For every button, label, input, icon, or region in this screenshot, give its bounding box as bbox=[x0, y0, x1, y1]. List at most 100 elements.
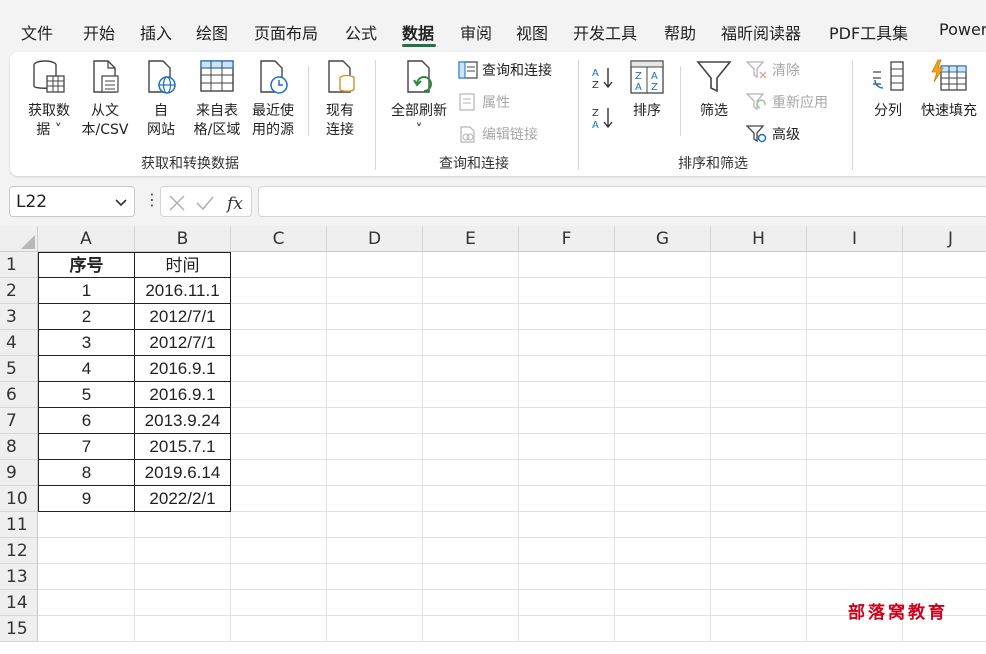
cell-j11[interactable] bbox=[903, 512, 986, 538]
cell-g1[interactable] bbox=[615, 252, 711, 278]
cell-f11[interactable] bbox=[519, 512, 615, 538]
cell-f10[interactable] bbox=[519, 486, 615, 512]
cell-j10[interactable] bbox=[903, 486, 986, 512]
cell-a10[interactable]: 9 bbox=[38, 486, 135, 512]
cell-e12[interactable] bbox=[423, 538, 519, 564]
sort-az-button[interactable]: A Z bbox=[590, 64, 616, 98]
column-header-g[interactable]: G bbox=[615, 226, 711, 252]
cell-c14[interactable] bbox=[231, 590, 327, 616]
cell-e14[interactable] bbox=[423, 590, 519, 616]
reapply-button[interactable]: 重新应用 bbox=[746, 92, 828, 112]
column-header-d[interactable]: D bbox=[327, 226, 423, 252]
cell-a4[interactable]: 3 bbox=[38, 330, 135, 356]
queries-connections-button[interactable]: 查询和连接 bbox=[458, 60, 552, 80]
row-header-8[interactable]: 8 bbox=[0, 434, 38, 460]
select-all-corner[interactable] bbox=[0, 226, 38, 252]
cell-i5[interactable] bbox=[807, 356, 903, 382]
cell-i9[interactable] bbox=[807, 460, 903, 486]
column-header-j[interactable]: J bbox=[903, 226, 986, 252]
cell-e4[interactable] bbox=[423, 330, 519, 356]
cell-b14[interactable] bbox=[135, 590, 231, 616]
cell-e3[interactable] bbox=[423, 304, 519, 330]
sort-button[interactable]: Z A A Z 排序 bbox=[626, 58, 668, 121]
column-header-f[interactable]: F bbox=[519, 226, 615, 252]
cell-h5[interactable] bbox=[711, 356, 807, 382]
cell-h14[interactable] bbox=[711, 590, 807, 616]
cell-d8[interactable] bbox=[327, 434, 423, 460]
cell-a12[interactable] bbox=[38, 538, 135, 564]
cell-j13[interactable] bbox=[903, 564, 986, 590]
cell-j12[interactable] bbox=[903, 538, 986, 564]
cell-g4[interactable] bbox=[615, 330, 711, 356]
cell-f3[interactable] bbox=[519, 304, 615, 330]
cell-h7[interactable] bbox=[711, 408, 807, 434]
menu-draw[interactable]: 绘图 bbox=[196, 20, 228, 44]
cell-a15[interactable] bbox=[38, 616, 135, 642]
chevron-down-icon[interactable] bbox=[114, 193, 128, 211]
column-header-b[interactable]: B bbox=[135, 226, 231, 252]
row-header-5[interactable]: 5 bbox=[0, 356, 38, 382]
enter-check-icon[interactable] bbox=[195, 193, 215, 213]
cell-b8[interactable]: 2015.7.1 bbox=[135, 434, 231, 460]
cell-f6[interactable] bbox=[519, 382, 615, 408]
cell-j7[interactable] bbox=[903, 408, 986, 434]
cell-h1[interactable] bbox=[711, 252, 807, 278]
cell-c1[interactable] bbox=[231, 252, 327, 278]
cell-e10[interactable] bbox=[423, 486, 519, 512]
column-header-e[interactable]: E bbox=[423, 226, 519, 252]
cell-g11[interactable] bbox=[615, 512, 711, 538]
cell-b11[interactable] bbox=[135, 512, 231, 538]
properties-button[interactable]: 属性 bbox=[458, 92, 510, 112]
cell-a9[interactable]: 8 bbox=[38, 460, 135, 486]
cell-f5[interactable] bbox=[519, 356, 615, 382]
cell-i4[interactable] bbox=[807, 330, 903, 356]
existing-connections-button[interactable]: 现有 连接 bbox=[315, 58, 365, 140]
cell-e8[interactable] bbox=[423, 434, 519, 460]
cell-c2[interactable] bbox=[231, 278, 327, 304]
cell-e7[interactable] bbox=[423, 408, 519, 434]
cell-e9[interactable] bbox=[423, 460, 519, 486]
menu-review[interactable]: 审阅 bbox=[460, 20, 492, 44]
column-header-a[interactable]: A bbox=[38, 226, 135, 252]
menu-home[interactable]: 开始 bbox=[83, 20, 115, 44]
row-header-11[interactable]: 11 bbox=[0, 512, 38, 538]
cell-h2[interactable] bbox=[711, 278, 807, 304]
cancel-icon[interactable] bbox=[167, 193, 187, 213]
cell-b3[interactable]: 2012/7/1 bbox=[135, 304, 231, 330]
menu-power[interactable]: Power bbox=[939, 20, 986, 39]
cell-b5[interactable]: 2016.9.1 bbox=[135, 356, 231, 382]
cell-h4[interactable] bbox=[711, 330, 807, 356]
cell-c11[interactable] bbox=[231, 512, 327, 538]
cell-b2[interactable]: 2016.11.1 bbox=[135, 278, 231, 304]
cell-d15[interactable] bbox=[327, 616, 423, 642]
menu-formulas[interactable]: 公式 bbox=[345, 20, 377, 44]
cell-d10[interactable] bbox=[327, 486, 423, 512]
row-header-12[interactable]: 12 bbox=[0, 538, 38, 564]
cell-d4[interactable] bbox=[327, 330, 423, 356]
menu-page-layout[interactable]: 页面布局 bbox=[254, 20, 318, 44]
insert-function-icon[interactable]: fx bbox=[225, 191, 249, 215]
recent-sources-button[interactable]: 最近使 用的源 bbox=[246, 58, 300, 140]
column-header-h[interactable]: H bbox=[711, 226, 807, 252]
cell-e11[interactable] bbox=[423, 512, 519, 538]
row-header-4[interactable]: 4 bbox=[0, 330, 38, 356]
text-to-columns-button[interactable]: 分列 bbox=[866, 58, 910, 121]
menu-insert[interactable]: 插入 bbox=[140, 20, 172, 44]
cell-g13[interactable] bbox=[615, 564, 711, 590]
cell-d9[interactable] bbox=[327, 460, 423, 486]
cell-e6[interactable] bbox=[423, 382, 519, 408]
cell-a1[interactable]: 序号 bbox=[38, 252, 135, 278]
cell-g5[interactable] bbox=[615, 356, 711, 382]
row-header-14[interactable]: 14 bbox=[0, 590, 38, 616]
cell-d13[interactable] bbox=[327, 564, 423, 590]
from-text-csv-button[interactable]: 从文 本/CSV bbox=[78, 58, 132, 140]
cell-f12[interactable] bbox=[519, 538, 615, 564]
cell-h15[interactable] bbox=[711, 616, 807, 642]
cell-c5[interactable] bbox=[231, 356, 327, 382]
row-header-13[interactable]: 13 bbox=[0, 564, 38, 590]
advanced-filter-button[interactable]: 高级 bbox=[746, 124, 800, 144]
cell-g15[interactable] bbox=[615, 616, 711, 642]
cell-e15[interactable] bbox=[423, 616, 519, 642]
cell-b15[interactable] bbox=[135, 616, 231, 642]
cell-i12[interactable] bbox=[807, 538, 903, 564]
